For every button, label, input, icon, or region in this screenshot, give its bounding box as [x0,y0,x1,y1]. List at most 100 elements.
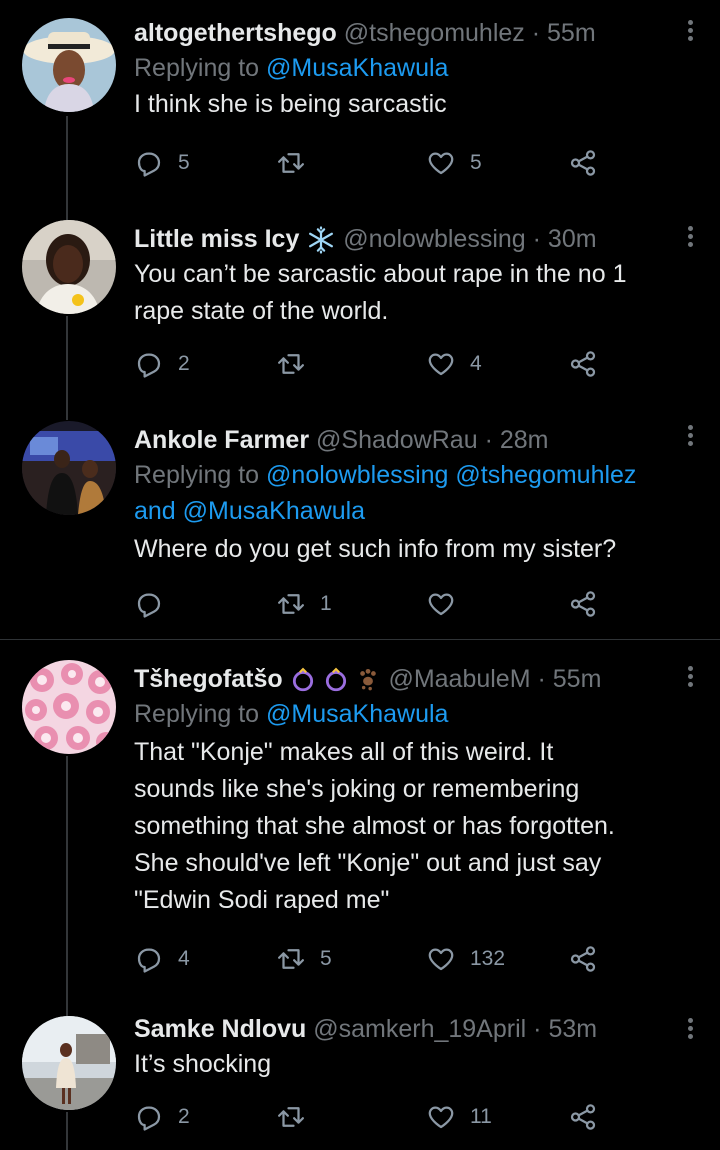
tweet-actions: 4 5 132 [134,942,614,976]
tweet-actions: 5 5 [134,146,614,180]
user-handle[interactable]: @tshegomuhlez [344,19,525,47]
user-handle[interactable]: @MaabuleM [388,665,530,693]
retweet-icon [278,594,304,614]
avatar-image [22,220,116,314]
share-button[interactable] [568,347,598,381]
display-name[interactable]: Ankole Farmer [134,426,309,454]
mention-link[interactable]: @MusaKhawula [266,54,448,82]
tweet[interactable]: Ankole Farmer @ShadowRau · 28m Replying … [0,405,720,639]
mention-joiner: and [134,497,176,525]
display-name[interactable]: Tšhegofatšo [134,665,283,693]
like-button[interactable]: 5 [426,146,482,180]
retweet-button[interactable]: 1 [276,587,332,621]
replying-label: Replying to [134,461,260,489]
avatar-image [22,421,116,515]
tweet-header: Little miss Icy @nolowblessing · 30m [134,222,700,256]
reply-icon [137,152,161,177]
like-button[interactable]: 11 [426,1100,492,1134]
more-options-icon[interactable] [686,425,694,449]
user-handle[interactable]: @ShadowRau [316,426,478,454]
purple-ring-icon [292,668,313,692]
retweet-count: 5 [320,947,332,970]
retweet-button[interactable] [276,146,320,180]
like-button[interactable]: 4 [426,347,482,381]
reply-icon [137,948,161,973]
tweet[interactable]: Little miss Icy @nolowblessing · 30m You… [0,200,720,405]
reply-button[interactable]: 2 [134,347,190,381]
tweet-actions: 1 [134,587,614,621]
user-handle[interactable]: @samkerh_19April [313,1015,526,1043]
heart-icon [428,593,454,616]
reply-button[interactable]: 4 [134,942,190,976]
display-name[interactable]: Samke Ndlovu [134,1015,306,1043]
mention-link[interactable]: @tshegomuhlez [455,461,636,489]
reply-count: 4 [178,947,190,970]
dot-separator: · [537,665,546,693]
tweet[interactable]: Tšhegofatšo @MaabuleM · 55m Replying to … [0,640,720,990]
tweet-header: Ankole Farmer @ShadowRau · 28m [134,423,700,457]
avatar[interactable] [22,660,116,754]
avatar[interactable] [22,421,116,515]
display-name[interactable]: Little miss Icy [134,225,299,253]
retweet-icon [278,354,304,374]
tweet-text-line: rape state of the world. [134,297,389,325]
more-options-icon[interactable] [686,20,694,44]
retweet-button[interactable] [276,347,320,381]
tweet[interactable]: Samke Ndlovu @samkerh_19April · 53m It’s… [0,990,720,1150]
heart-icon [428,353,454,376]
like-button[interactable]: 132 [426,942,505,976]
share-button[interactable] [568,942,598,976]
avatar-image [22,18,116,112]
timestamp[interactable]: 55m [553,665,602,693]
retweet-button[interactable] [276,1100,320,1134]
retweet-count: 1 [320,592,332,615]
display-name[interactable]: altogethertshego [134,19,337,47]
mention-link[interactable]: @MusaKhawula [266,700,448,728]
tweet-text-line: "Edwin Sodi raped me" [134,886,390,914]
tweet-header: Samke Ndlovu @samkerh_19April · 53m [134,1012,700,1046]
avatar[interactable] [22,1016,116,1110]
like-button[interactable] [426,587,470,621]
dot-separator: · [532,225,541,253]
mention-link[interactable]: @MusaKhawula [183,497,365,525]
share-icon [570,150,596,176]
more-options-icon[interactable] [686,226,694,250]
tweet-text: It’s shocking [134,1046,700,1083]
tweet-text-line: something that she almost or has forgott… [134,812,615,840]
user-handle[interactable]: @nolowblessing [343,225,525,253]
more-options-icon[interactable] [686,666,694,690]
timestamp[interactable]: 30m [548,225,597,253]
share-button[interactable] [568,587,598,621]
reply-button[interactable] [134,587,178,621]
tweet-text-line: Where do you get such info from my siste… [134,535,617,563]
avatar-image [22,660,116,754]
timestamp[interactable]: 55m [547,19,596,47]
reply-icon [137,353,161,378]
avatar[interactable] [22,220,116,314]
avatar[interactable] [22,18,116,112]
more-options-icon[interactable] [686,1018,694,1042]
timestamp[interactable]: 28m [500,426,549,454]
tweet[interactable]: altogethertshego @tshegomuhlez · 55m Rep… [0,0,720,200]
replying-to: Replying to @nolowblessing @tshegomuhlez… [134,457,700,529]
tweet-header: altogethertshego @tshegomuhlez · 55m [134,16,700,50]
purple-ring-icon [325,668,346,692]
timestamp[interactable]: 53m [548,1015,597,1043]
replying-label: Replying to [134,54,260,82]
reply-button[interactable]: 2 [134,1100,190,1134]
retweet-icon [278,949,304,969]
share-icon [570,946,596,972]
tweet-text: Where do you get such info from my siste… [134,531,700,568]
like-count: 11 [470,1105,492,1128]
share-button[interactable] [568,1100,598,1134]
mention-link[interactable]: @nolowblessing [266,461,448,489]
reply-button[interactable]: 5 [134,146,190,180]
replying-to: Replying to @MusaKhawula [134,696,700,732]
like-count: 5 [470,151,482,174]
heart-icon [428,948,454,971]
heart-icon [428,152,454,175]
tweet-text-line: It’s shocking [134,1050,272,1078]
share-button[interactable] [568,146,598,180]
retweet-button[interactable]: 5 [276,942,332,976]
tweet-text-line: You can’t be sarcastic about rape in the… [134,260,627,288]
